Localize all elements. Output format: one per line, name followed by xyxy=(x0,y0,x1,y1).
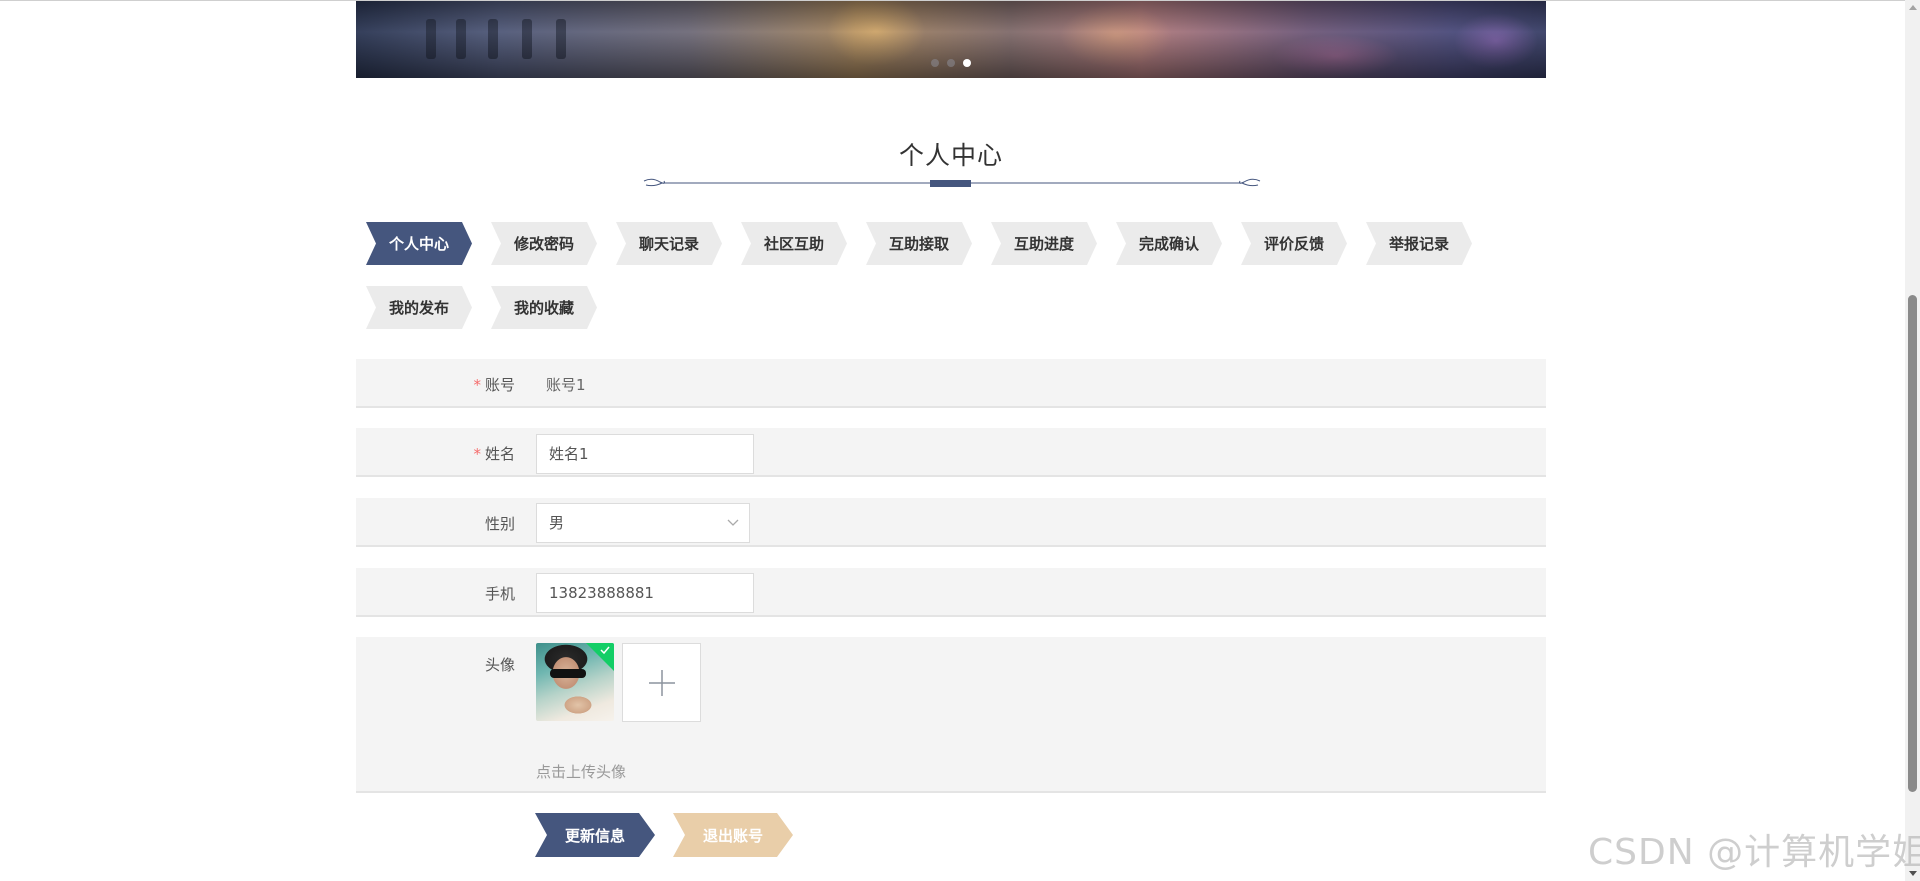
update-info-button[interactable]: 更新信息 xyxy=(535,813,655,857)
avatar-image-detail xyxy=(550,669,586,678)
tab-feedback[interactable]: 评价反馈 xyxy=(1241,222,1347,265)
check-icon xyxy=(600,646,610,655)
account-value: 账号1 xyxy=(546,376,586,394)
phone-input[interactable]: 13823888881 xyxy=(536,573,754,613)
carousel-indicators xyxy=(356,59,1546,67)
account-label-text: 账号 xyxy=(484,376,515,394)
form-row-gender: 性别 男 xyxy=(356,498,1546,547)
carousel-dot-2[interactable] xyxy=(947,59,955,67)
watermark: CSDN @计算机学姐 xyxy=(1588,832,1920,873)
form-row-account: * 账号 账号1 xyxy=(356,359,1546,408)
gender-select[interactable]: 男 xyxy=(536,503,750,543)
form-row-name: * 姓名 姓名1 xyxy=(356,428,1546,477)
avatar[interactable] xyxy=(536,643,614,721)
tab-personal-center[interactable]: 个人中心 xyxy=(366,222,472,265)
plus-icon xyxy=(648,669,675,696)
logout-button[interactable]: 退出账号 xyxy=(673,813,793,857)
account-label: * 账号 xyxy=(473,374,515,395)
page-title: 个人中心 xyxy=(898,141,1003,170)
phone-label: 手机 xyxy=(484,585,515,603)
tab-community-help[interactable]: 社区互助 xyxy=(741,222,847,265)
scrollbar[interactable] xyxy=(1905,0,1920,881)
form-row-phone: 手机 13823888881 xyxy=(356,568,1546,617)
banner-carousel[interactable] xyxy=(356,1,1546,78)
avatar-upload-button[interactable] xyxy=(622,643,701,722)
required-mark: * xyxy=(473,376,481,394)
chevron-down-icon xyxy=(727,519,739,526)
tab-my-favorites[interactable]: 我的收藏 xyxy=(491,286,597,329)
gender-label: 性别 xyxy=(484,515,515,533)
tab-completion-confirm[interactable]: 完成确认 xyxy=(1116,222,1222,265)
avatar-label: 头像 xyxy=(484,656,515,674)
name-label-text: 姓名 xyxy=(484,445,515,463)
required-mark: * xyxy=(473,445,481,463)
tab-my-posts[interactable]: 我的发布 xyxy=(366,286,472,329)
tab-help-accept[interactable]: 互助接取 xyxy=(866,222,972,265)
carousel-dot-1[interactable] xyxy=(931,59,939,67)
tab-report-records[interactable]: 举报记录 xyxy=(1366,222,1472,265)
name-label: * 姓名 xyxy=(473,443,515,464)
title-divider xyxy=(643,178,1261,187)
name-input[interactable]: 姓名1 xyxy=(536,434,754,474)
upload-hint: 点击上传头像 xyxy=(536,763,627,781)
scroll-up-arrow-icon[interactable] xyxy=(1909,5,1917,10)
scrollbar-thumb[interactable] xyxy=(1908,295,1917,792)
tab-chat-history[interactable]: 聊天记录 xyxy=(616,222,722,265)
carousel-dot-3[interactable] xyxy=(963,59,971,67)
gender-select-value: 男 xyxy=(549,514,565,532)
tab-change-password[interactable]: 修改密码 xyxy=(491,222,597,265)
form-row-avatar: 头像 点击上传头像 xyxy=(356,637,1546,793)
tab-help-progress[interactable]: 互助进度 xyxy=(991,222,1097,265)
